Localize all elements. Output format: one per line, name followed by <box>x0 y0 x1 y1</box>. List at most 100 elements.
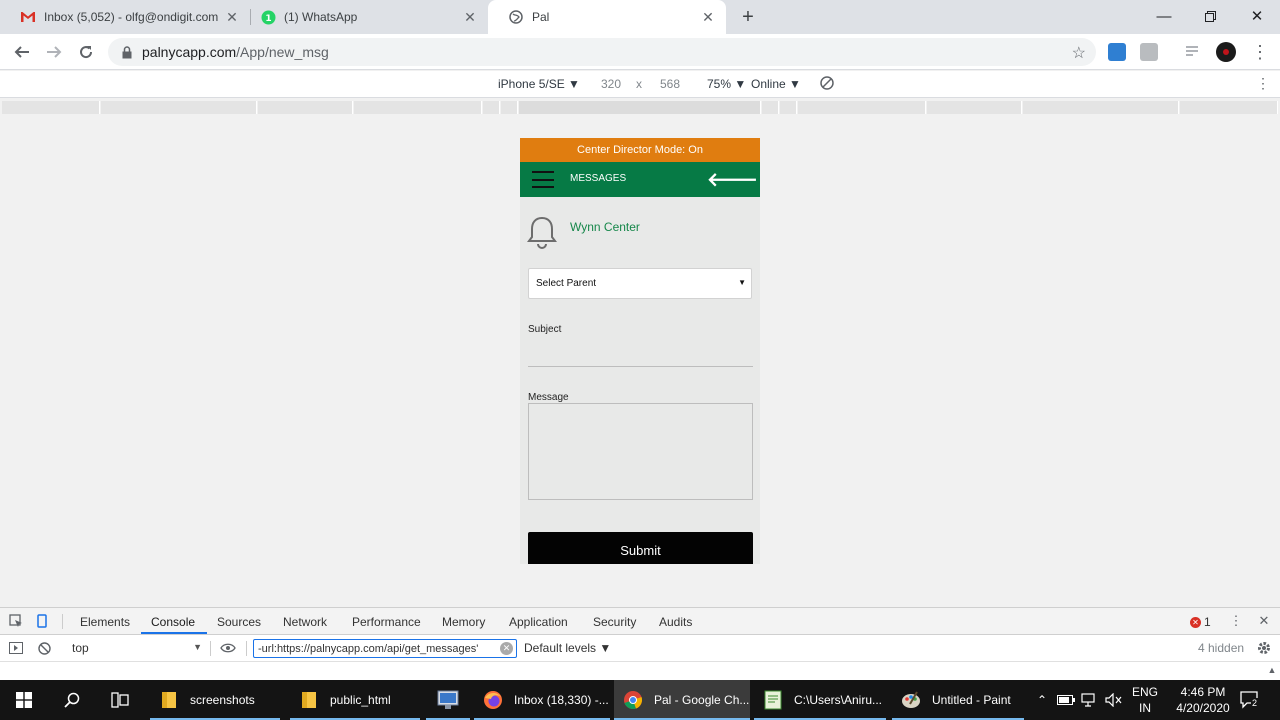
hamburger-menu-icon[interactable] <box>532 171 554 188</box>
rotate-icon[interactable] <box>819 75 835 94</box>
tab-memory[interactable]: Memory <box>442 615 485 629</box>
media-query-segment[interactable] <box>927 101 1022 114</box>
scroll-up-icon[interactable]: ▲ <box>1264 662 1280 678</box>
media-query-segment[interactable] <box>1023 101 1179 114</box>
taskbar-app-label: Inbox (18,330) -... <box>514 693 609 707</box>
back-button[interactable] <box>8 38 36 66</box>
media-query-segment[interactable] <box>101 101 257 114</box>
sidebar-toggle-icon[interactable] <box>8 640 24 656</box>
taskbar-app-paint[interactable]: Untitled - Paint <box>892 680 1024 720</box>
inspect-element-icon[interactable] <box>8 613 24 629</box>
taskbar-app-chrome[interactable]: Pal - Google Ch... <box>614 680 750 720</box>
media-query-bar <box>0 99 1280 116</box>
extension-icon[interactable] <box>1140 43 1158 61</box>
media-query-segment[interactable] <box>354 101 482 114</box>
address-bar[interactable]: palnycapp.com/App/new_msg ☆ <box>108 38 1096 66</box>
back-arrow-icon[interactable]: 🡐 <box>707 168 758 192</box>
media-query-segment[interactable] <box>798 101 926 114</box>
profile-avatar[interactable] <box>1216 42 1236 62</box>
media-query-segment[interactable] <box>1180 101 1278 114</box>
tab-network[interactable]: Network <box>283 615 327 629</box>
tab-gmail[interactable]: Inbox (5,052) - olfg@ondigit.com ✕ <box>0 0 250 34</box>
tab-console[interactable]: Console <box>151 615 195 629</box>
device-toggle-icon[interactable] <box>34 613 50 629</box>
subject-input[interactable] <box>528 366 753 367</box>
network-throttle-select[interactable]: Online ▼ <box>751 77 801 91</box>
message-textarea[interactable] <box>528 403 753 500</box>
new-tab-button[interactable]: + <box>736 5 760 29</box>
tab-audits[interactable]: Audits <box>659 615 692 629</box>
tab-sources[interactable]: Sources <box>217 615 261 629</box>
submit-button[interactable]: Submit <box>528 532 753 564</box>
browser-tab-strip: Inbox (5,052) - olfg@ondigit.com ✕ 1 (1)… <box>0 0 1280 34</box>
taskbar-app-screenshots[interactable]: screenshots <box>150 680 280 720</box>
media-query-segment[interactable] <box>2 101 100 114</box>
context-select[interactable]: top ▼ <box>64 638 206 658</box>
clear-filter-icon[interactable]: ✕ <box>500 642 513 655</box>
browser-menu-icon[interactable]: ⋮ <box>1246 38 1274 66</box>
network-icon[interactable] <box>1080 680 1100 720</box>
tab-pal[interactable]: Pal ✕ <box>488 0 726 34</box>
device-height-input[interactable]: 568 <box>660 77 680 91</box>
center-name[interactable]: Wynn Center <box>570 220 640 234</box>
device-width-input[interactable]: 320 <box>601 77 621 91</box>
media-query-segment[interactable] <box>501 101 518 114</box>
paint-icon <box>900 689 922 711</box>
tab-application[interactable]: Application <box>509 615 568 629</box>
tab-security[interactable]: Security <box>593 615 636 629</box>
volume-muted-icon[interactable] <box>1104 680 1124 720</box>
media-query-segment[interactable] <box>483 101 500 114</box>
select-parent-dropdown[interactable]: Select Parent ▼ <box>528 268 752 299</box>
windows-start-icon[interactable] <box>0 680 48 720</box>
taskbar-app-remote-desktop[interactable] <box>426 680 470 720</box>
url-host: palnycapp.com <box>142 44 237 60</box>
device-toolbar: iPhone 5/SE ▼ 320 x 568 75% ▼ Online ▼ ⋮ <box>0 71 1280 98</box>
caret-down-icon: ▼ <box>193 642 202 652</box>
notification-center-icon[interactable]: 2 <box>1236 680 1264 720</box>
forward-button[interactable] <box>40 38 68 66</box>
minimize-button[interactable]: — <box>1141 0 1187 32</box>
media-query-segment[interactable] <box>258 101 353 114</box>
media-query-segment[interactable] <box>762 101 779 114</box>
task-view-icon[interactable] <box>96 680 144 720</box>
folder-icon <box>298 689 320 711</box>
zoom-select[interactable]: 75% ▼ <box>707 77 746 91</box>
close-devtools-icon[interactable]: ✕ <box>1256 613 1272 629</box>
search-icon[interactable] <box>48 680 96 720</box>
taskbar-app-public-html[interactable]: public_html <box>290 680 420 720</box>
tab-performance[interactable]: Performance <box>352 615 421 629</box>
device-select[interactable]: iPhone 5/SE ▼ <box>498 77 580 91</box>
close-icon[interactable]: ✕ <box>462 9 478 25</box>
restore-button[interactable] <box>1187 0 1233 32</box>
devtools-menu-icon[interactable]: ⋮ <box>1228 613 1244 629</box>
log-levels-select[interactable]: Default levels ▼ <box>524 641 611 655</box>
taskbar-app-notepad[interactable]: C:\Users\Aniru... <box>754 680 886 720</box>
console-filter-input[interactable]: -url:https://palnycapp.com/api/get_messa… <box>253 639 517 658</box>
system-clock[interactable]: 4:46 PM 4/20/2020 <box>1172 684 1234 716</box>
close-window-button[interactable]: ✕ <box>1234 0 1280 32</box>
bell-icon[interactable] <box>527 215 557 252</box>
taskbar-app-firefox[interactable]: Inbox (18,330) -... <box>474 680 610 720</box>
media-query-segment[interactable] <box>519 101 761 114</box>
gear-icon[interactable] <box>1256 640 1272 656</box>
extension-icon[interactable] <box>1108 43 1126 61</box>
tab-whatsapp[interactable]: 1 (1) WhatsApp ✕ <box>240 0 488 34</box>
reload-button[interactable] <box>72 38 100 66</box>
tab-elements[interactable]: Elements <box>80 615 130 629</box>
bookmark-star-icon[interactable]: ☆ <box>1072 43 1086 63</box>
close-icon[interactable]: ✕ <box>700 9 716 25</box>
clear-console-icon[interactable] <box>36 640 52 656</box>
error-count-badge[interactable]: ✕ 1 <box>1190 615 1211 629</box>
input-language[interactable]: ENG IN <box>1128 684 1162 716</box>
devtools-tab-bar: Elements Console Sources Network Perform… <box>0 608 1280 635</box>
device-toolbar-menu-icon[interactable]: ⋮ <box>1256 75 1270 92</box>
close-icon[interactable]: ✕ <box>224 9 240 25</box>
media-query-segment[interactable] <box>780 101 797 114</box>
center-row: Wynn Center <box>520 197 760 267</box>
arrow-right-icon <box>47 46 62 58</box>
lock-icon <box>120 45 134 59</box>
battery-icon[interactable] <box>1056 680 1076 720</box>
show-hidden-icons-chevron[interactable]: ⌃ <box>1034 680 1050 720</box>
media-controls-icon[interactable] <box>1184 43 1202 61</box>
eye-icon[interactable] <box>220 640 236 656</box>
